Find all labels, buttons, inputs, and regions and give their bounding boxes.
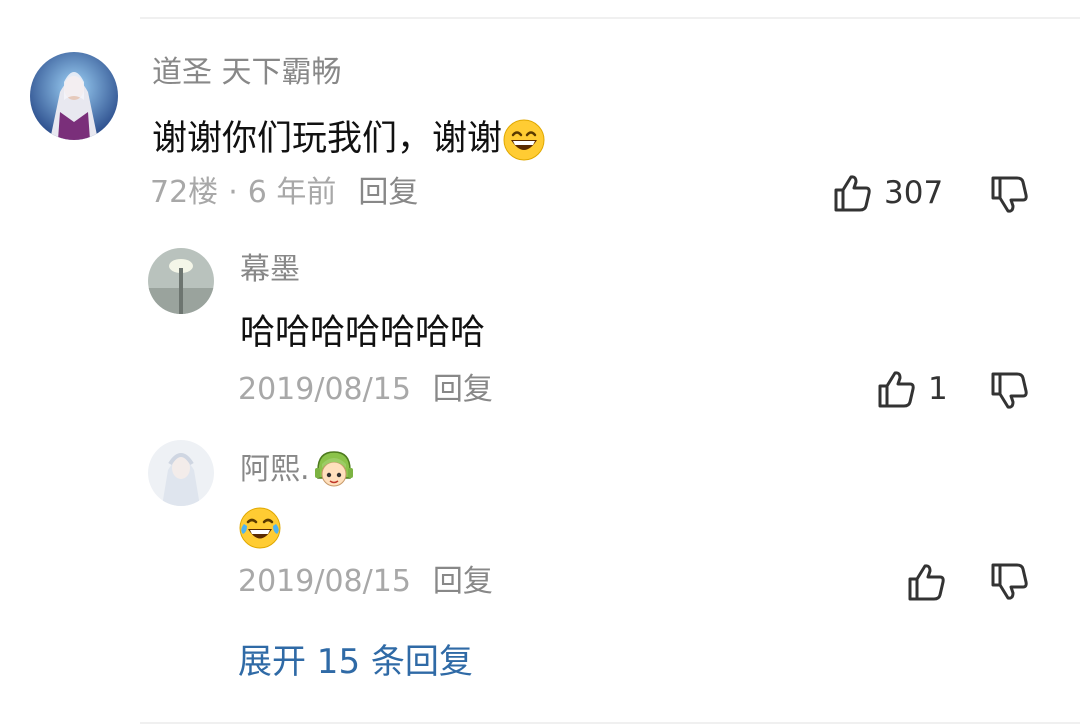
- thumbs-up-icon: [908, 564, 945, 601]
- dislike-button[interactable]: [989, 370, 1031, 416]
- comment-text-body: 谢谢你们玩我们，谢谢: [152, 119, 503, 159]
- grinning-face-emoji-icon: [503, 119, 545, 161]
- white-haired-warrior-avatar-icon: [30, 52, 118, 140]
- reply-emoji-text: [238, 506, 282, 557]
- reply-username-row: 阿熙.: [240, 448, 356, 492]
- thumbs-up-icon: [834, 175, 871, 212]
- reply-text: 哈哈哈哈哈哈哈: [240, 313, 486, 353]
- bottom-divider: [140, 722, 1080, 724]
- like-count: 307: [884, 174, 944, 211]
- reply-meta: 2019/08/15 回复: [238, 375, 493, 405]
- dislike-button[interactable]: [989, 174, 1031, 220]
- floor-number: 72楼: [150, 175, 219, 210]
- thumbs-up-icon: [878, 371, 915, 408]
- like-button[interactable]: 307: [832, 172, 943, 214]
- reply-date: 2019/08/15: [238, 372, 411, 407]
- face-with-tears-of-joy-emoji-icon: [239, 507, 281, 549]
- like-button[interactable]: 1: [876, 368, 948, 410]
- expand-replies-link[interactable]: 展开 15 条回复: [238, 645, 473, 679]
- top-divider: [140, 17, 1080, 19]
- reply-avatar[interactable]: [148, 440, 214, 506]
- commenter-avatar[interactable]: [30, 52, 118, 140]
- green-hair-character-badge-icon: [314, 451, 353, 487]
- reply-avatar[interactable]: [148, 248, 214, 314]
- pale-anime-avatar-icon: [148, 440, 214, 506]
- thumbs-down-icon: [991, 176, 1028, 213]
- reply-username[interactable]: 阿熙.: [240, 455, 310, 485]
- reply-button[interactable]: 回复: [358, 175, 418, 210]
- comment-text: 谢谢你们玩我们，谢谢: [152, 118, 546, 162]
- reply-button[interactable]: 回复: [433, 372, 493, 407]
- commenter-username[interactable]: 道圣 天下霸畅: [152, 58, 342, 88]
- thumbs-down-icon: [991, 563, 1028, 600]
- like-count: 1: [928, 370, 948, 407]
- like-button[interactable]: [906, 561, 948, 603]
- reply-date: 2019/08/15: [238, 564, 411, 599]
- comment-meta: 72楼 · 6 年前 回复: [150, 175, 419, 210]
- reply-button[interactable]: 回复: [433, 564, 493, 599]
- thumbs-down-icon: [991, 372, 1028, 409]
- comment-time: 6 年前: [247, 175, 337, 210]
- reply-meta: 2019/08/15 回复: [238, 567, 493, 597]
- streetlight-avatar-icon: [148, 248, 214, 314]
- dislike-button[interactable]: [989, 561, 1031, 607]
- reply-username[interactable]: 幕墨: [240, 255, 300, 285]
